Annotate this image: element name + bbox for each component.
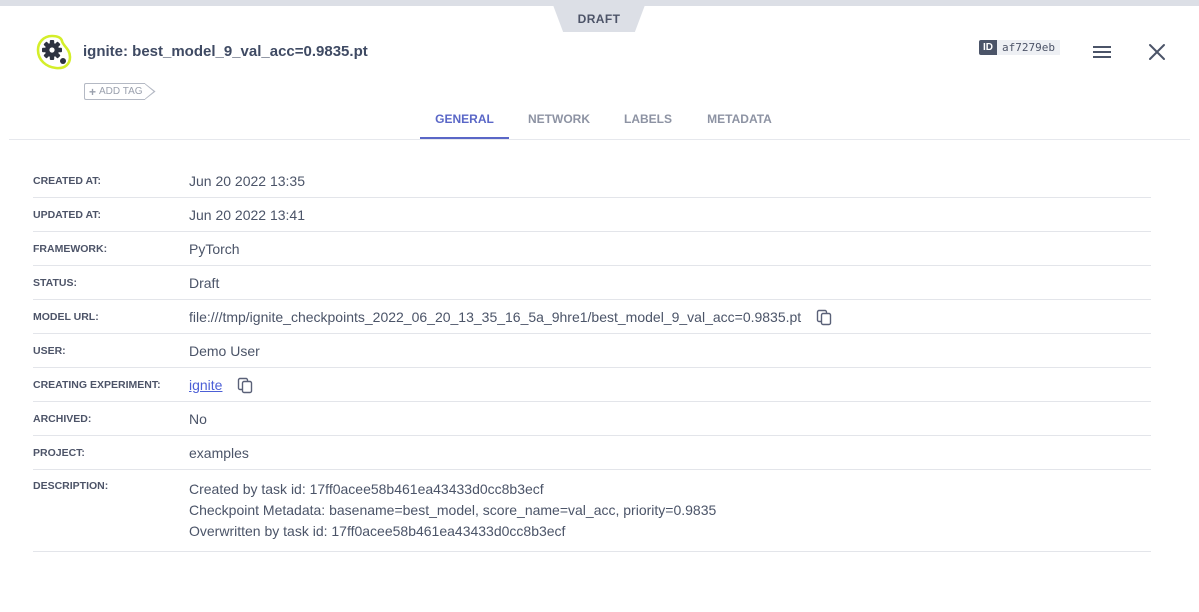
copy-icon[interactable]	[236, 376, 254, 394]
add-tag-label: ADD TAG	[99, 86, 143, 97]
status-value: Draft	[189, 274, 220, 291]
user-label: USER:	[33, 344, 66, 357]
created-at-value: Jun 20 2022 13:35	[189, 172, 305, 189]
detail-row-creating-experiment: CREATING EXPERIMENT: ignite	[33, 368, 1151, 402]
archived-label: ARCHIVED:	[33, 412, 92, 425]
tag-shape-point	[145, 83, 156, 100]
archived-value: No	[189, 410, 207, 427]
tab-metadata[interactable]: METADATA	[697, 104, 782, 140]
description-label: DESCRIPTION:	[33, 480, 109, 492]
user-value: Demo User	[189, 342, 260, 359]
detail-row-created-at: CREATED AT: Jun 20 2022 13:35	[33, 164, 1151, 198]
detail-row-user: USER: Demo User	[33, 334, 1151, 368]
project-value: examples	[189, 444, 249, 461]
creating-experiment-cell: ignite	[189, 376, 254, 394]
tab-labels[interactable]: LABELS	[614, 104, 682, 140]
details-list: CREATED AT: Jun 20 2022 13:35 UPDATED AT…	[33, 164, 1151, 552]
detail-row-project: PROJECT: examples	[33, 436, 1151, 470]
model-url-label: MODEL URL:	[33, 310, 99, 323]
model-url-value: file:///tmp/ignite_checkpoints_2022_06_2…	[189, 308, 802, 325]
created-at-label: CREATED AT:	[33, 174, 102, 187]
copy-icon[interactable]	[815, 308, 833, 326]
detail-tabs: GENERAL NETWORK LABELS METADATA	[0, 104, 1199, 140]
tab-network[interactable]: NETWORK	[518, 104, 600, 140]
detail-row-framework: FRAMEWORK: PyTorch	[33, 232, 1151, 266]
description-line: Checkpoint Metadata: basename=best_model…	[189, 502, 717, 518]
status-draft-tab: DRAFT	[553, 5, 645, 32]
close-icon[interactable]	[1148, 43, 1166, 61]
tab-general[interactable]: GENERAL	[420, 104, 509, 140]
hamburger-menu-icon[interactable]	[1092, 44, 1112, 60]
id-badge-value: af7279eb	[997, 40, 1060, 55]
creating-experiment-label: CREATING EXPERIMENT:	[33, 378, 161, 391]
project-label: PROJECT:	[33, 446, 85, 459]
updated-at-label: UPDATED AT:	[33, 208, 102, 221]
status-label: STATUS:	[33, 276, 77, 289]
gear-logo-icon	[36, 34, 72, 70]
detail-row-status: STATUS: Draft	[33, 266, 1151, 300]
description-line: Created by task id: 17ff0acee58b461ea434…	[189, 481, 544, 497]
plus-icon: +	[89, 84, 97, 99]
detail-row-description: DESCRIPTION: Created by task id: 17ff0ac…	[33, 470, 1151, 552]
tabs-divider	[9, 139, 1190, 140]
detail-row-updated-at: UPDATED AT: Jun 20 2022 13:41	[33, 198, 1151, 232]
id-badge[interactable]: ID af7279eb	[979, 40, 1060, 55]
id-badge-label: ID	[979, 40, 997, 55]
model-url-cell: file:///tmp/ignite_checkpoints_2022_06_2…	[189, 308, 833, 326]
description-value: Created by task id: 17ff0acee58b461ea434…	[189, 479, 716, 542]
detail-row-model-url: MODEL URL: file:///tmp/ignite_checkpoint…	[33, 300, 1151, 334]
framework-value: PyTorch	[189, 240, 240, 257]
framework-label: FRAMEWORK:	[33, 242, 108, 255]
add-tag-button[interactable]: + ADD TAG	[84, 83, 156, 100]
description-line: Overwritten by task id: 17ff0acee58b461e…	[189, 523, 566, 539]
updated-at-value: Jun 20 2022 13:41	[189, 206, 305, 223]
model-title: ignite: best_model_9_val_acc=0.9835.pt	[83, 43, 368, 60]
detail-row-archived: ARCHIVED: No	[33, 402, 1151, 436]
creating-experiment-link[interactable]: ignite	[189, 377, 222, 393]
